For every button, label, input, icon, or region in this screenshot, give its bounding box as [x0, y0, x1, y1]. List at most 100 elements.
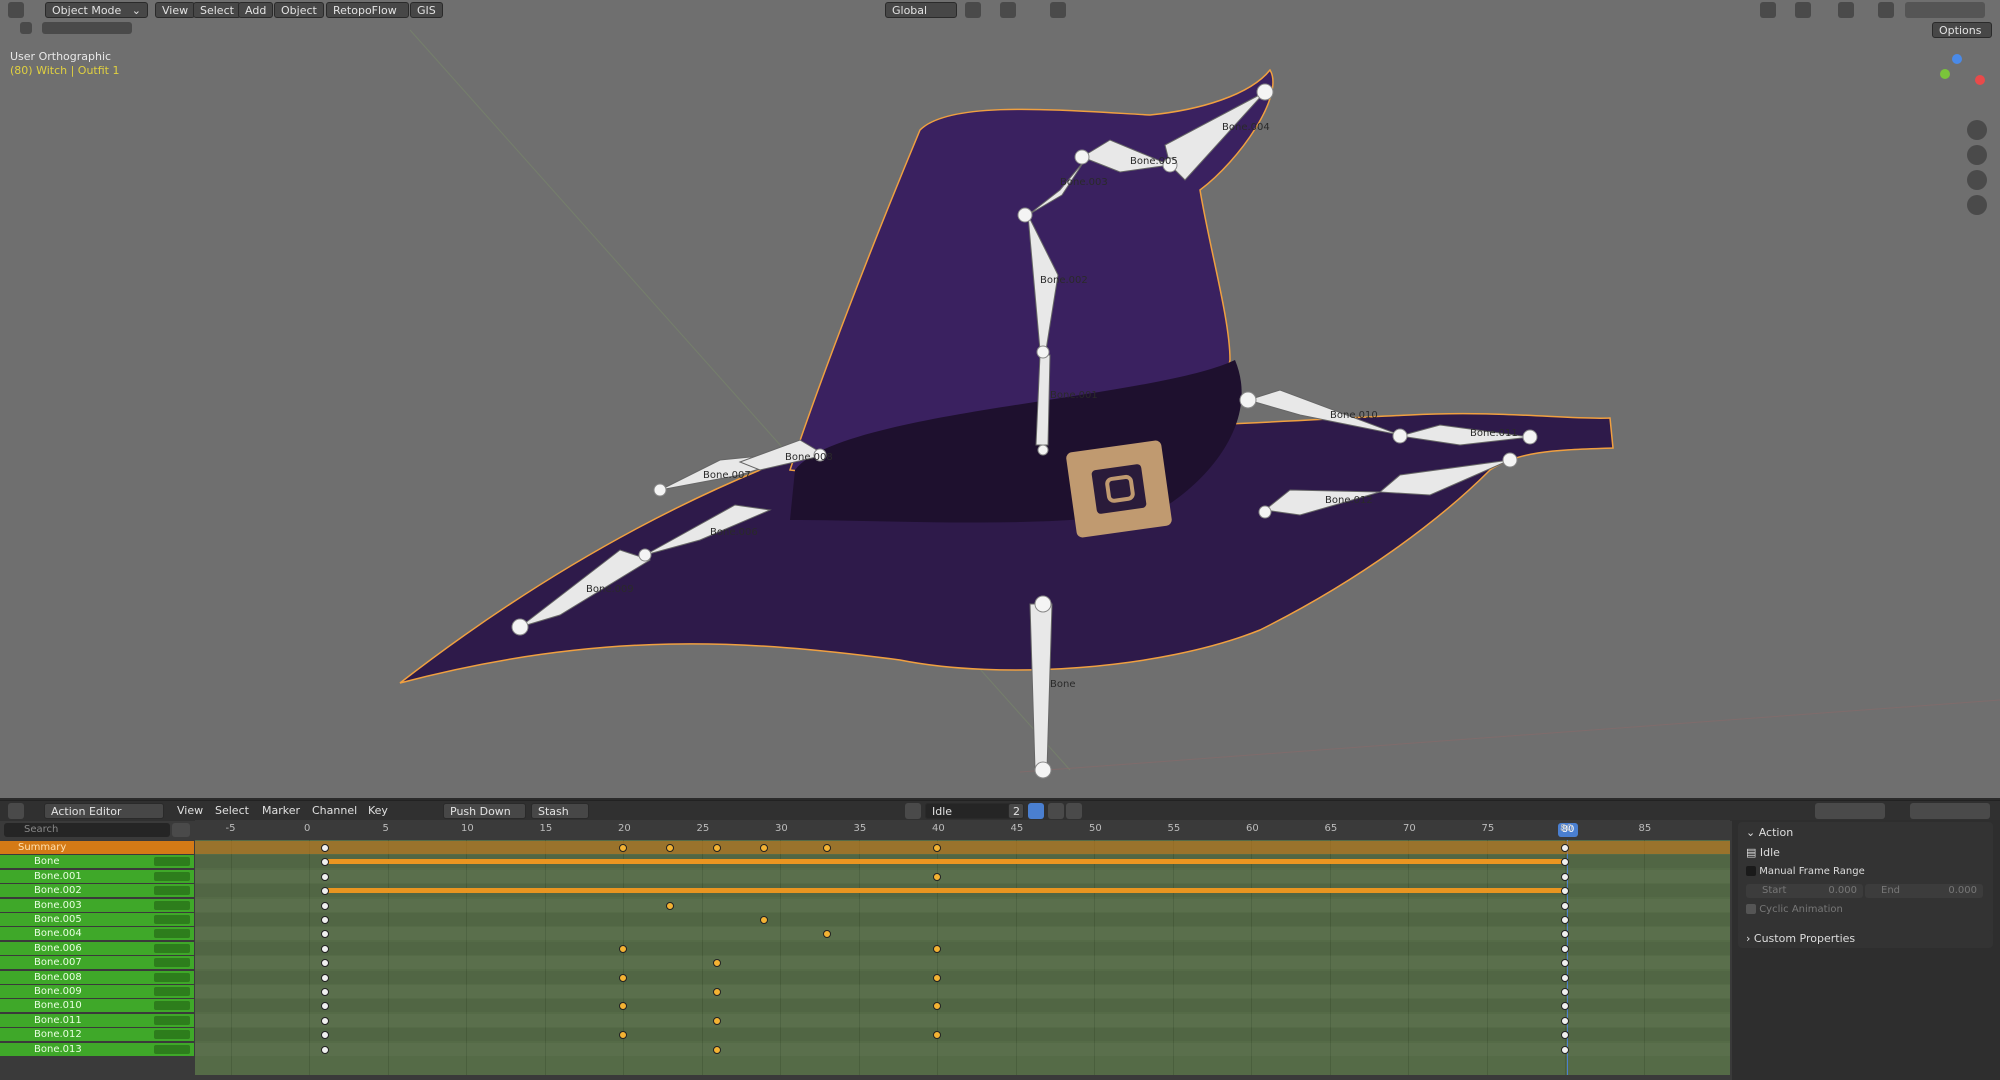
- channel-row[interactable]: Bone.006: [0, 941, 194, 955]
- keyframe[interactable]: [666, 901, 675, 910]
- y-axis-icon[interactable]: [1940, 69, 1950, 79]
- channel-toggle-icons[interactable]: [154, 987, 190, 996]
- channel-menu[interactable]: Channel: [312, 804, 357, 817]
- xray-icon[interactable]: [1878, 2, 1894, 18]
- keyframe[interactable]: [1561, 844, 1569, 852]
- channel-row[interactable]: Bone.011: [0, 1013, 194, 1027]
- mode-dropdown[interactable]: Object Mode ⌄: [45, 2, 148, 18]
- select-tool-icon[interactable]: [20, 22, 32, 34]
- channel-toggle-icons[interactable]: [154, 1015, 190, 1025]
- swap-icon[interactable]: [172, 823, 190, 837]
- keyframe[interactable]: [320, 916, 329, 924]
- channel-toggle-icons[interactable]: [154, 871, 190, 881]
- overlay-icon[interactable]: [1838, 2, 1854, 18]
- channel-toggle-icons[interactable]: [154, 958, 190, 968]
- cyclic-animation-checkbox[interactable]: Cyclic Animation: [1746, 904, 1843, 915]
- keyframe[interactable]: [619, 973, 627, 982]
- keyframe[interactable]: [320, 988, 329, 996]
- keyframe[interactable]: [320, 1045, 329, 1054]
- channel-row[interactable]: Bone.012: [0, 1028, 194, 1042]
- keyframe[interactable]: [1561, 872, 1569, 881]
- filter-icons[interactable]: [1815, 803, 1885, 819]
- gis-menu[interactable]: GIS: [410, 2, 443, 18]
- pan-icon[interactable]: [1967, 145, 1987, 165]
- editor-type-icon[interactable]: [8, 2, 24, 18]
- channel-search-input[interactable]: Search: [4, 823, 170, 837]
- channel-row[interactable]: Bone: [0, 855, 194, 869]
- select-menu[interactable]: Select: [215, 804, 249, 817]
- proportional-edit-icon[interactable]: [1050, 2, 1066, 18]
- frame-ruler[interactable]: [195, 820, 1730, 840]
- keyframe[interactable]: [1561, 916, 1569, 924]
- channel-row[interactable]: Bone.007: [0, 956, 194, 970]
- navigation-gizmo[interactable]: [1915, 50, 1990, 115]
- channel-toggle-icons[interactable]: [154, 929, 190, 939]
- new-action-icon[interactable]: [1048, 803, 1064, 819]
- channel-toggle-icons[interactable]: [154, 943, 190, 953]
- action-name-field[interactable]: Idle: [925, 803, 1015, 819]
- bone-shape[interactable]: [1029, 603, 1053, 771]
- keyframe[interactable]: [1561, 1045, 1569, 1054]
- editor-mode-dropdown[interactable]: Action Editor: [44, 803, 164, 819]
- channel-toggle-icons[interactable]: [154, 1030, 190, 1040]
- zoom-icon[interactable]: [1967, 120, 1987, 140]
- keyframe[interactable]: [320, 1031, 329, 1040]
- marker-menu[interactable]: Marker: [262, 804, 300, 817]
- keyframe[interactable]: [1561, 988, 1569, 996]
- channel-toggle-icons[interactable]: [154, 915, 190, 924]
- x-axis-icon[interactable]: [1975, 75, 1985, 85]
- keyframe[interactable]: [619, 844, 627, 852]
- keyframe[interactable]: [320, 973, 329, 982]
- close-icon[interactable]: [1066, 803, 1082, 819]
- channel-row[interactable]: Bone.010: [0, 999, 194, 1013]
- action-panel-header[interactable]: ⌄ Action: [1746, 826, 1793, 839]
- snapping-icons[interactable]: [1910, 803, 1990, 819]
- channel-toggle-icons[interactable]: [154, 972, 190, 982]
- channel-row[interactable]: Bone.013: [0, 1042, 194, 1056]
- retopoflow-menu[interactable]: RetopoFlow: [326, 2, 409, 18]
- action-icon[interactable]: [905, 803, 921, 819]
- end-field[interactable]: End 0.000: [1865, 884, 1983, 898]
- channel-row[interactable]: Bone.008: [0, 970, 194, 984]
- gizmo-icon[interactable]: [1795, 2, 1811, 18]
- channel-toggle-icons[interactable]: [154, 900, 190, 910]
- keyframe[interactable]: [320, 944, 329, 953]
- keyframe[interactable]: [713, 1045, 722, 1054]
- channel-row[interactable]: Bone.001: [0, 869, 194, 883]
- keyframe[interactable]: [933, 844, 941, 852]
- channel-row[interactable]: Bone.003: [0, 898, 194, 912]
- grid-icon[interactable]: [1967, 195, 1987, 215]
- keyframe[interactable]: [320, 887, 329, 896]
- channel-row[interactable]: Bone.002: [0, 884, 194, 898]
- object-menu[interactable]: Object: [274, 2, 324, 18]
- summary-channel[interactable]: Summary: [0, 841, 194, 854]
- channel-toggle-icons[interactable]: [154, 1001, 190, 1011]
- channel-toggle-icons[interactable]: [154, 886, 190, 896]
- view-menu[interactable]: View: [155, 2, 196, 18]
- select-mode-icons[interactable]: [42, 22, 132, 34]
- z-axis-icon[interactable]: [1952, 54, 1962, 64]
- visibility-icon[interactable]: [1760, 2, 1776, 18]
- keyframe[interactable]: [933, 872, 941, 881]
- channel-row[interactable]: Bone.005: [0, 913, 194, 926]
- pivot-icon[interactable]: [965, 2, 981, 18]
- custom-properties-panel[interactable]: › Custom Properties: [1738, 930, 1993, 948]
- 3d-viewport[interactable]: Bone Bone.001 Bone.002 Bone.003 Bone.004…: [0, 0, 2000, 798]
- keyframe[interactable]: [713, 1016, 722, 1025]
- keyframe[interactable]: [1561, 973, 1569, 982]
- snap-icon[interactable]: [1000, 2, 1016, 18]
- channel-toggle-icons[interactable]: [154, 1044, 190, 1054]
- keyframe[interactable]: [320, 1016, 329, 1025]
- keyframe[interactable]: [320, 844, 329, 852]
- camera-icon[interactable]: [1967, 170, 1987, 190]
- keyframe[interactable]: [933, 944, 941, 953]
- keyframe[interactable]: [1561, 944, 1569, 953]
- keyframe[interactable]: [1561, 1016, 1569, 1025]
- keyframe[interactable]: [1561, 901, 1569, 910]
- orientation-dropdown[interactable]: Global: [885, 2, 957, 18]
- view-menu[interactable]: View: [177, 804, 203, 817]
- stash-button[interactable]: Stash: [531, 803, 589, 819]
- channel-toggle-icons[interactable]: [154, 857, 190, 867]
- keyframe[interactable]: [320, 872, 329, 881]
- select-menu[interactable]: Select: [193, 2, 241, 18]
